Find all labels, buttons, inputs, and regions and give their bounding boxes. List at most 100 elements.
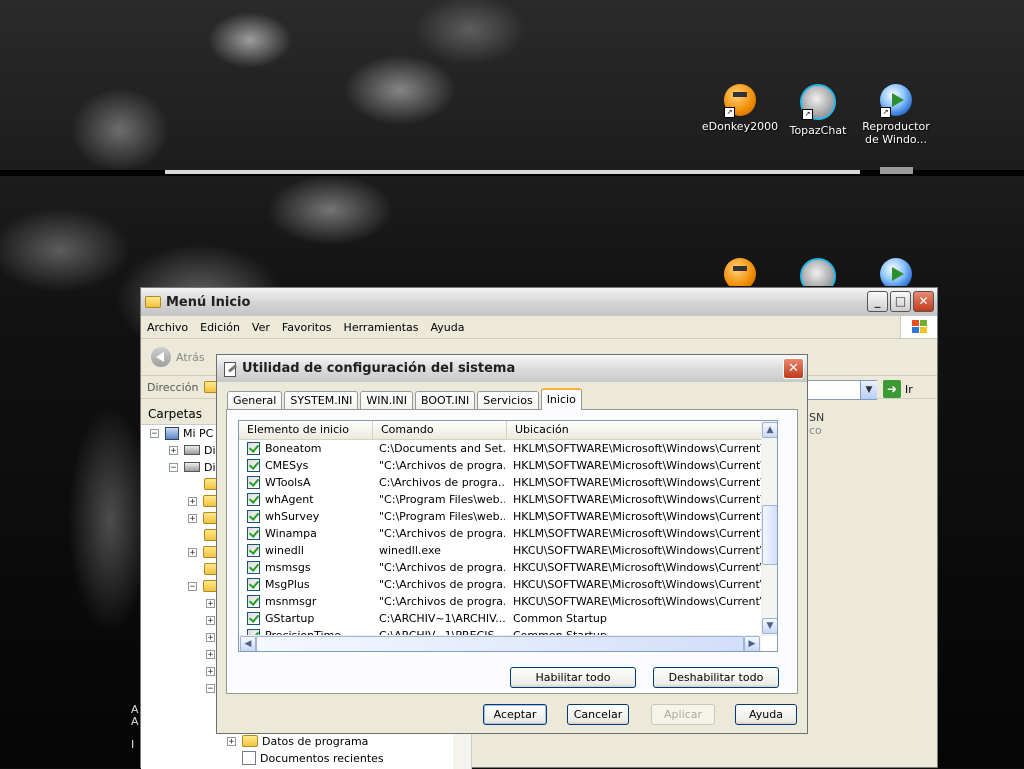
startup-item-row[interactable]: winedll winedll.exe HKCU\SOFTWARE\Microsof…	[239, 542, 761, 559]
startup-item-row[interactable]: msnmsgr "C:\Archivos de progra... HKCU\SOF…	[239, 593, 761, 610]
ok-button[interactable]: Aceptar	[483, 704, 547, 725]
tree-toggle[interactable]: +	[206, 598, 215, 608]
desktop-icon-label: TopazChat	[789, 124, 847, 137]
desktop-icon-edonkey[interactable]: ↗ eDonkey2000	[700, 84, 780, 133]
explorer-title-bar[interactable]: Menú Inicio _ □ ✕	[141, 288, 937, 316]
column-header-item[interactable]: Elemento de inicio	[239, 421, 373, 439]
scroll-up-button[interactable]: ▲	[762, 422, 777, 438]
maximize-button[interactable]: □	[890, 291, 911, 312]
startup-item-checkbox[interactable]	[247, 510, 260, 523]
media-player-icon	[880, 258, 912, 286]
help-button[interactable]: Ayuda	[735, 704, 797, 725]
startup-item-row[interactable]: GStartup C:\ARCHIV~1\ARCHIV... Common Star…	[239, 610, 761, 627]
tree-item-disk[interactable]: + Dis	[169, 442, 221, 458]
menu-archivo[interactable]: Archivo	[141, 321, 194, 334]
scroll-thumb[interactable]	[256, 636, 744, 651]
scroll-down-button[interactable]: ▼	[762, 618, 777, 634]
startup-item-command: "C:\Archivos de progra...	[379, 527, 505, 540]
tree-toggle[interactable]: +	[206, 632, 215, 642]
scroll-left-button[interactable]: ◀	[240, 636, 256, 651]
startup-item-row[interactable]: msmsgs "C:\Archivos de progra... HKCU\SOFT…	[239, 559, 761, 576]
startup-item-checkbox[interactable]	[247, 476, 260, 489]
enable-all-button[interactable]: Habilitar todo	[510, 667, 636, 688]
startup-item-checkbox[interactable]	[247, 544, 260, 557]
tab-inicio[interactable]: Inicio	[540, 388, 582, 410]
tab-boot-ini[interactable]: BOOT.INI	[414, 391, 476, 410]
startup-item-row[interactable]: MsgPlus "C:\Archivos de progra... HKCU\SOF…	[239, 576, 761, 593]
dialog-close-button[interactable]: ✕	[783, 358, 804, 379]
tree-item-datos-de-programa[interactable]: + Datos de programa	[227, 733, 368, 749]
tab-general[interactable]: General	[227, 391, 283, 410]
tree-toggle[interactable]: −	[188, 581, 197, 591]
tree-item-documentos-recientes[interactable]: Documentos recientes	[242, 750, 384, 766]
scroll-right-button[interactable]: ▶	[744, 636, 760, 651]
menu-herramientas[interactable]: Herramientas	[338, 321, 425, 334]
shortcut-arrow-icon: ↗	[880, 107, 891, 118]
desktop-icon-media-player[interactable]: ↗ Reproductor de Windo...	[856, 84, 936, 146]
startup-item-command: C:\Archivos de progra...	[379, 476, 505, 489]
column-header-location[interactable]: Ubicación	[507, 421, 761, 439]
tree-toggle[interactable]: +	[188, 547, 197, 557]
startup-item-checkbox[interactable]	[247, 578, 260, 591]
desktop-icon-media-player-duplicate[interactable]	[856, 258, 936, 286]
apply-button[interactable]: Aplicar	[651, 704, 715, 725]
startup-item-checkbox[interactable]	[247, 493, 260, 506]
tab-win-ini[interactable]: WIN.INI	[360, 391, 413, 410]
tree-item-label: Documentos recientes	[260, 751, 384, 765]
desktop-icon-label: eDonkey2000	[701, 120, 779, 133]
list-horizontal-scrollbar[interactable]: ◀ ▶	[239, 635, 761, 651]
tree-toggle[interactable]: +	[188, 513, 197, 523]
startup-item-checkbox[interactable]	[247, 459, 260, 472]
startup-item-checkbox[interactable]	[247, 527, 260, 540]
list-vertical-scrollbar[interactable]: ▲ ▼	[761, 421, 777, 636]
startup-item-checkbox[interactable]	[247, 561, 260, 574]
desktop-icon-topazchat[interactable]: ↗ TopazChat	[778, 84, 858, 137]
tree-toggle[interactable]: −	[206, 683, 215, 693]
startup-item-row[interactable]: WToolsA C:\Archivos de progra... HKLM\SOFT…	[239, 474, 761, 491]
folder-icon	[145, 296, 161, 308]
startup-item-row[interactable]: whAgent "C:\Program Files\web... HKLM\SOFT…	[239, 491, 761, 508]
menu-favoritos[interactable]: Favoritos	[276, 321, 338, 334]
startup-item-checkbox[interactable]	[247, 442, 260, 455]
minimize-button[interactable]: _	[867, 291, 888, 312]
column-header-command[interactable]: Comando	[373, 421, 507, 439]
desktop-icon-edonkey-duplicate[interactable]	[700, 258, 780, 286]
tree-toggle[interactable]: +	[206, 649, 215, 659]
tree-item-disk[interactable]: − Dis	[169, 459, 221, 475]
scroll-thumb[interactable]	[762, 505, 777, 565]
go-button[interactable]: ➜ Ir	[883, 380, 913, 398]
startup-item-item: winedll	[265, 544, 304, 557]
menu-ayuda[interactable]: Ayuda	[424, 321, 470, 334]
disable-all-button[interactable]: Deshabilitar todo	[653, 667, 779, 688]
tree-item-my-computer[interactable]: − Mi PC	[150, 425, 213, 441]
tab-servicios[interactable]: Servicios	[477, 391, 539, 410]
shortcut-arrow-icon: ↗	[724, 107, 735, 118]
tab-system-ini[interactable]: SYSTEM.INI	[284, 391, 359, 410]
startup-item-checkbox[interactable]	[247, 612, 260, 625]
startup-item-item: whAgent	[265, 493, 314, 506]
close-button[interactable]: ✕	[913, 291, 934, 312]
startup-item-item: msnmsgr	[265, 595, 317, 608]
startup-item-row[interactable]: Winampa "C:\Archivos de progra... HKLM\SOF…	[239, 525, 761, 542]
tree-toggle[interactable]: +	[227, 736, 236, 746]
startup-item-row[interactable]: Boneatom C:\Documents and Set... HKLM\SOFT…	[239, 440, 761, 457]
startup-item-row[interactable]: CMESys "C:\Archivos de progra... HKLM\SOFT…	[239, 457, 761, 474]
tree-toggle[interactable]: +	[169, 445, 178, 455]
startup-item-row[interactable]: whSurvey "C:\Program Files\web... HKLM\SOF…	[239, 508, 761, 525]
cancel-button[interactable]: Cancelar	[567, 704, 629, 725]
address-dropdown-button[interactable]: ▼	[860, 381, 877, 399]
tree-toggle[interactable]: +	[188, 496, 197, 506]
startup-item-command: "C:\Archivos de progra...	[379, 578, 505, 591]
tree-toggle[interactable]: −	[150, 428, 159, 438]
startup-item-checkbox[interactable]	[247, 595, 260, 608]
topazchat-icon	[800, 258, 836, 286]
tree-toggle[interactable]: +	[206, 666, 215, 676]
tree-toggle[interactable]: +	[206, 615, 215, 625]
dialog-title-bar[interactable]: Utilidad de configuración del sistema	[217, 355, 807, 382]
back-button[interactable]: Atrás	[151, 347, 205, 367]
menu-ver[interactable]: Ver	[246, 321, 276, 334]
menu-edicion[interactable]: Edición	[194, 321, 246, 334]
content-text-fragment: co	[809, 424, 822, 437]
tree-toggle[interactable]: −	[169, 462, 178, 472]
desktop-icon-topazchat-duplicate[interactable]	[778, 258, 858, 286]
